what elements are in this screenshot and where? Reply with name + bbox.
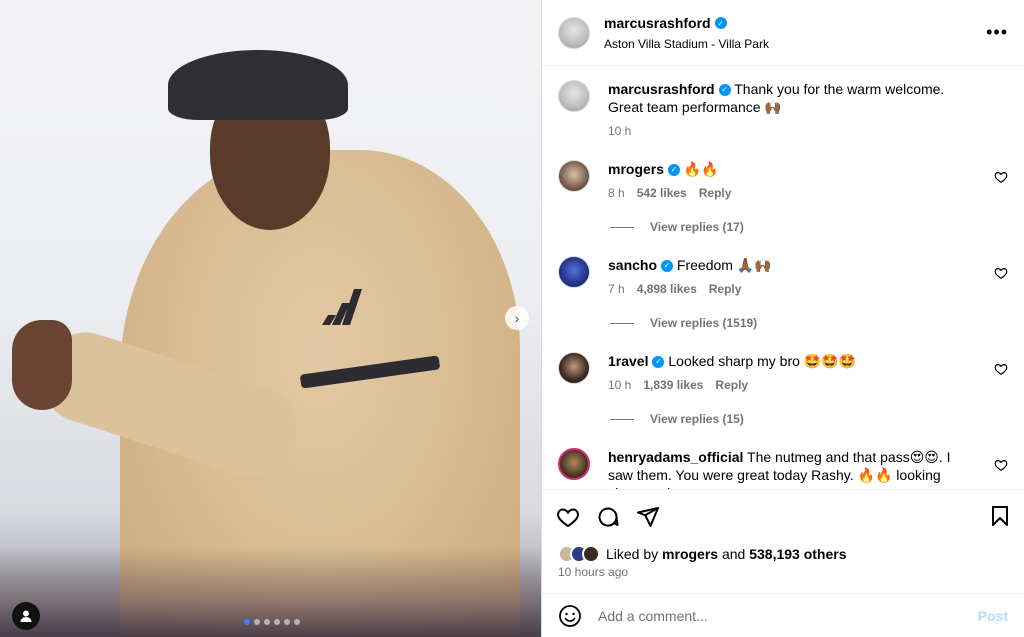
view-replies-button[interactable]: View replies (15)	[610, 412, 1008, 426]
comments-list[interactable]: marcusrashford ✓ Thank you for the warm w…	[542, 66, 1024, 489]
carousel-dot	[254, 619, 260, 625]
share-paper-plane-icon[interactable]	[636, 505, 660, 529]
verified-badge-icon: ✓	[652, 356, 665, 369]
comment-input[interactable]	[598, 607, 978, 624]
carousel-indicator	[244, 619, 300, 625]
caption-username[interactable]: marcusrashford	[608, 81, 715, 97]
post-comment-button[interactable]: Post	[978, 608, 1008, 624]
liked-by-prefix: Liked by	[606, 546, 659, 562]
post-location[interactable]: Aston Villa Stadium - Villa Park	[604, 37, 769, 51]
carousel-dot-active	[244, 619, 250, 625]
add-comment-bar: Post	[542, 593, 1024, 637]
author-username[interactable]: marcusrashford	[604, 15, 711, 31]
carousel-dot	[274, 619, 280, 625]
reply-button[interactable]: Reply	[715, 376, 748, 394]
commenter-avatar[interactable]	[558, 160, 590, 192]
comment-likes[interactable]: 4,898 likes	[637, 280, 697, 298]
verified-badge-icon: ✓	[668, 164, 681, 177]
carousel-dot	[294, 619, 300, 625]
comment-item: sancho ✓ Freedom 🙏🏾🙌🏾 7 h 4,898 likes Rep…	[558, 256, 1008, 298]
commenter-avatar[interactable]	[558, 256, 590, 288]
caption: marcusrashford ✓ Thank you for the warm w…	[558, 80, 1008, 140]
comment-likes[interactable]: 542 likes	[637, 184, 687, 202]
carousel-dot	[284, 619, 290, 625]
like-comment-heart-icon[interactable]	[994, 170, 1008, 184]
photo-thumbs-up-hand	[12, 320, 72, 410]
verified-badge-icon: ✓	[661, 260, 674, 273]
post-details-panel: marcusrashford ✓ Aston Villa Stadium - Vi…	[541, 0, 1024, 637]
author-avatar[interactable]	[558, 16, 590, 49]
likes-summary: Liked by mrogers and 538,193 others	[542, 543, 1024, 565]
comment-item: 1ravel ✓ Looked sharp my bro 🤩🤩🤩 10 h 1,8…	[558, 352, 1008, 394]
caption-time[interactable]: 10 h	[608, 122, 631, 140]
commenter-avatar[interactable]	[558, 352, 590, 384]
comment-item: henryadams_official The nutmeg and that …	[558, 448, 1008, 489]
reply-button[interactable]: Reply	[709, 280, 742, 298]
comment-username[interactable]: sancho	[608, 257, 657, 273]
next-image-chevron-icon[interactable]: ›	[505, 306, 529, 330]
comment-username[interactable]: 1ravel	[608, 353, 648, 369]
like-comment-heart-icon[interactable]	[994, 362, 1008, 376]
comment-username[interactable]: henryadams_official	[608, 449, 743, 465]
comment-likes[interactable]: 1,839 likes	[643, 376, 703, 394]
post-photo[interactable]: ›	[0, 0, 541, 637]
photo-subject-cap	[168, 50, 348, 120]
instagram-post-view: › marcusrashford ✓ Aston Villa Stadium -…	[0, 0, 1024, 637]
comment-text: 🔥🔥	[683, 161, 719, 177]
liked-by-user[interactable]: mrogers	[662, 546, 718, 562]
comment-text: Freedom 🙏🏾🙌🏾	[676, 257, 772, 273]
comment-item: mrogers ✓ 🔥🔥 8 h 542 likes Reply	[558, 160, 1008, 202]
save-bookmark-icon[interactable]	[988, 504, 1012, 528]
like-comment-heart-icon[interactable]	[994, 458, 1008, 472]
post-actions-bar	[542, 489, 1024, 543]
adidas-logo-icon	[322, 289, 362, 325]
caption-author-avatar[interactable]	[558, 80, 590, 112]
tagged-users-icon[interactable]	[12, 602, 40, 630]
liker-avatar	[582, 545, 600, 563]
view-replies-button[interactable]: View replies (1519)	[610, 316, 1008, 330]
comment-text: Looked sharp my bro 🤩🤩🤩	[668, 353, 857, 369]
comment-time[interactable]: 8 h	[608, 184, 625, 202]
liked-by-others[interactable]: 538,193 others	[749, 546, 846, 562]
like-heart-icon[interactable]	[556, 505, 580, 529]
carousel-dot	[264, 619, 270, 625]
commenter-avatar-story-ring[interactable]	[558, 448, 590, 480]
comment-username[interactable]: mrogers	[608, 161, 664, 177]
comment-bubble-icon[interactable]	[596, 505, 620, 529]
like-comment-heart-icon[interactable]	[994, 266, 1008, 280]
post-header: marcusrashford ✓ Aston Villa Stadium - Vi…	[542, 0, 1024, 66]
reply-button[interactable]: Reply	[699, 184, 732, 202]
verified-badge-icon: ✓	[718, 84, 731, 97]
verified-badge-icon: ✓	[714, 17, 727, 30]
comment-time[interactable]: 10 h	[608, 376, 631, 394]
emoji-picker-icon[interactable]	[558, 604, 582, 628]
comment-time[interactable]: 7 h	[608, 280, 625, 298]
post-timestamp[interactable]: 10 hours ago	[542, 565, 1024, 585]
liked-by-avatars	[558, 545, 600, 563]
more-options-button[interactable]: •••	[986, 22, 1008, 43]
view-replies-button[interactable]: View replies (17)	[610, 220, 1008, 234]
